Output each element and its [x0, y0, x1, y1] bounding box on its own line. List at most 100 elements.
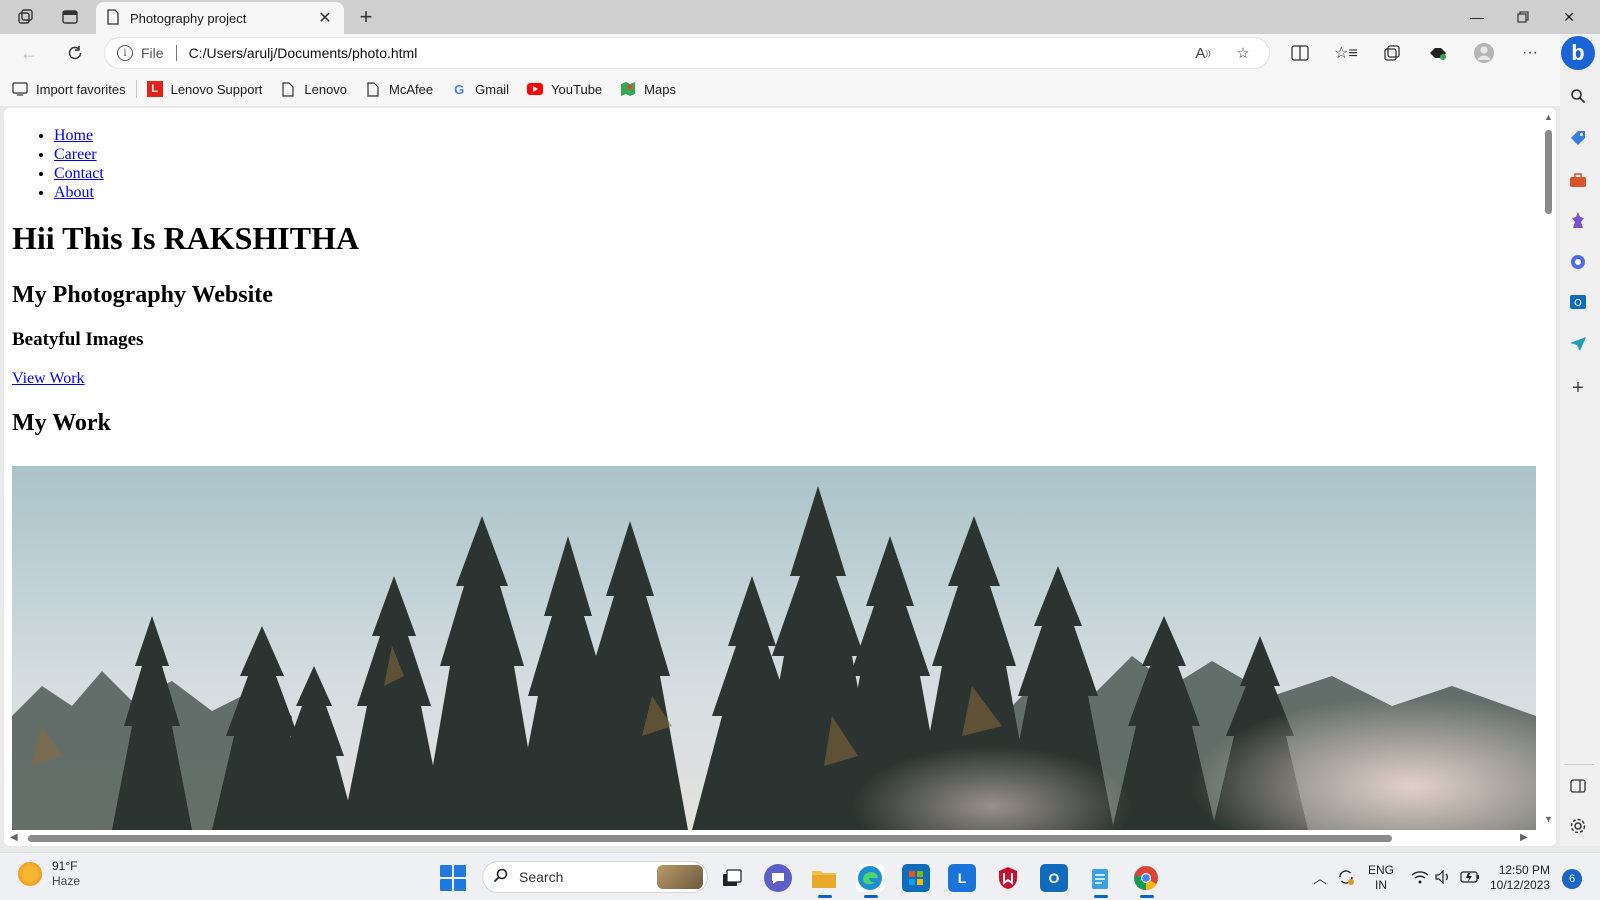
edge-sidebar — [1560, 34, 1600, 846]
sidebar-divider — [1564, 764, 1594, 765]
nav-list: Home Career Contact About — [54, 126, 104, 202]
horizontal-scrollbar[interactable]: ◀ ▶ — [4, 830, 1540, 846]
close-tab-icon[interactable]: ✕ — [316, 9, 334, 27]
chrome-icon[interactable] — [1132, 864, 1160, 898]
favorite-star-icon[interactable]: ☆ — [1229, 41, 1257, 65]
weather-text: 91°F Haze — [52, 859, 80, 889]
google-g-icon: G — [454, 81, 465, 97]
maps-icon — [620, 81, 636, 97]
nav-item-about: About — [54, 183, 104, 202]
send-icon[interactable] — [1566, 332, 1590, 356]
extension-icon[interactable] — [1422, 39, 1454, 67]
settings-icon[interactable] — [1566, 814, 1590, 838]
view-work-link[interactable]: View Work — [12, 370, 85, 388]
outlook-icon[interactable]: O — [1566, 290, 1590, 314]
shopping-icon[interactable] — [1566, 126, 1590, 150]
lenovo-app-icon[interactable]: L — [948, 864, 976, 892]
new-tab-button[interactable]: + — [352, 4, 380, 30]
collections-icon[interactable] — [1376, 39, 1408, 67]
search-highlight-image — [657, 865, 703, 889]
tab-title: Photography project — [130, 10, 247, 26]
fav-label: Maps — [644, 81, 676, 97]
file-explorer-icon[interactable] — [810, 864, 838, 898]
scroll-right-icon[interactable]: ▶ — [1520, 832, 1528, 843]
clock[interactable]: 12:50 PM 10/12/2023 — [1490, 863, 1550, 893]
clock-date: 10/12/2023 — [1490, 878, 1551, 892]
scroll-up-icon[interactable]: ▲ — [1544, 112, 1553, 122]
mcafee-icon[interactable] — [994, 864, 1022, 892]
taskbar-search[interactable]: Search — [482, 861, 708, 893]
battery-icon[interactable] — [1460, 867, 1480, 887]
copilot-icon[interactable]: b — [1561, 36, 1595, 70]
vertical-tabs-icon[interactable] — [56, 4, 84, 30]
start-icon[interactable] — [440, 865, 466, 891]
fav-youtube[interactable]: YouTube — [527, 81, 602, 97]
outlook-app-icon[interactable]: O — [1040, 864, 1068, 892]
scroll-down-icon[interactable]: ▼ — [1544, 814, 1553, 824]
lenovo-l-icon: L — [146, 81, 163, 97]
url-text[interactable]: C:/Users/arulj/Documents/photo.html — [189, 45, 1177, 61]
url-scheme: File — [141, 45, 164, 61]
fav-gmail[interactable]: G Gmail — [451, 81, 509, 97]
search-icon[interactable] — [1566, 84, 1590, 108]
weather-condition: Haze — [52, 874, 81, 888]
split-pane-icon[interactable] — [1566, 774, 1590, 798]
title-bar: Photography project ✕ + — ✕ — [0, 0, 1600, 34]
teams-chat-icon[interactable] — [764, 864, 792, 892]
tools-icon[interactable] — [1566, 168, 1590, 192]
add-icon[interactable]: + — [1566, 376, 1590, 400]
back-button[interactable]: ← — [14, 39, 44, 67]
address-bar[interactable]: i File C:/Users/arulj/Documents/photo.ht… — [104, 37, 1270, 69]
microsoft-365-icon[interactable] — [1566, 250, 1590, 274]
forest-photo — [12, 466, 1536, 830]
import-icon — [12, 81, 28, 97]
volume-icon[interactable] — [1434, 867, 1454, 887]
fav-maps[interactable]: Maps — [620, 81, 676, 97]
notepad-icon[interactable] — [1086, 864, 1114, 898]
show-hidden-icons-chevron-icon[interactable]: ︿ — [1310, 867, 1330, 887]
fav-mcafee[interactable]: McAfee — [365, 81, 433, 97]
clock-time: 12:50 PM — [1498, 863, 1551, 877]
weather-widget[interactable]: 91°F Haze — [18, 859, 80, 889]
sync-icon[interactable] — [1336, 867, 1356, 887]
vertical-scrollbar[interactable]: ▲ ▼ — [1540, 108, 1556, 830]
refresh-button[interactable] — [60, 39, 90, 67]
edge-icon[interactable] — [856, 864, 884, 898]
tab-photography-project[interactable]: Photography project ✕ — [96, 2, 344, 34]
info-icon[interactable]: i — [117, 45, 133, 61]
fav-label: Import favorites — [36, 81, 126, 97]
minimize-button[interactable]: — — [1454, 0, 1500, 34]
fav-lenovo[interactable]: Lenovo — [280, 81, 347, 97]
read-aloud-icon[interactable]: A)) — [1189, 41, 1217, 65]
language-indicator[interactable]: ENG IN — [1368, 863, 1394, 893]
nav-link-about[interactable]: About — [54, 184, 94, 201]
wifi-icon[interactable] — [1410, 867, 1430, 887]
profile-avatar[interactable] — [1468, 39, 1500, 67]
vertical-scroll-thumb[interactable] — [1545, 130, 1552, 214]
fav-lenovo-support[interactable]: L Lenovo Support — [146, 81, 263, 97]
task-view-icon[interactable] — [718, 864, 746, 892]
nav-link-contact[interactable]: Contact — [54, 165, 104, 182]
haze-sun-icon — [18, 862, 42, 886]
nav-link-home[interactable]: Home — [54, 127, 93, 144]
favorites-bar: Import favorites L Lenovo Support Lenovo… — [0, 72, 1560, 106]
split-screen-icon[interactable] — [1284, 39, 1316, 67]
horizontal-scroll-thumb[interactable] — [28, 835, 1392, 842]
restore-button[interactable] — [1500, 0, 1546, 34]
store-icon[interactable] — [902, 864, 930, 892]
favorites-icon[interactable]: ☆≡ — [1330, 39, 1362, 67]
more-options-icon[interactable]: ··· — [1514, 39, 1546, 67]
workspaces-icon[interactable] — [12, 4, 40, 30]
nav-link-career[interactable]: Career — [54, 146, 97, 163]
notification-badge[interactable]: 6 — [1562, 869, 1582, 889]
language-code: ENG — [1368, 863, 1395, 877]
page-icon — [280, 81, 296, 97]
close-window-button[interactable]: ✕ — [1546, 0, 1592, 34]
fav-label: Gmail — [475, 81, 510, 97]
web-content: Home Career Contact About Hii This Is RA… — [4, 108, 1556, 846]
scroll-left-icon[interactable]: ◀ — [10, 832, 18, 843]
games-icon[interactable] — [1566, 208, 1590, 232]
tagline: Beatyful Images — [12, 329, 144, 350]
fav-import-favorites[interactable]: Import favorites — [12, 81, 126, 97]
fav-label: Lenovo Support — [170, 81, 263, 97]
